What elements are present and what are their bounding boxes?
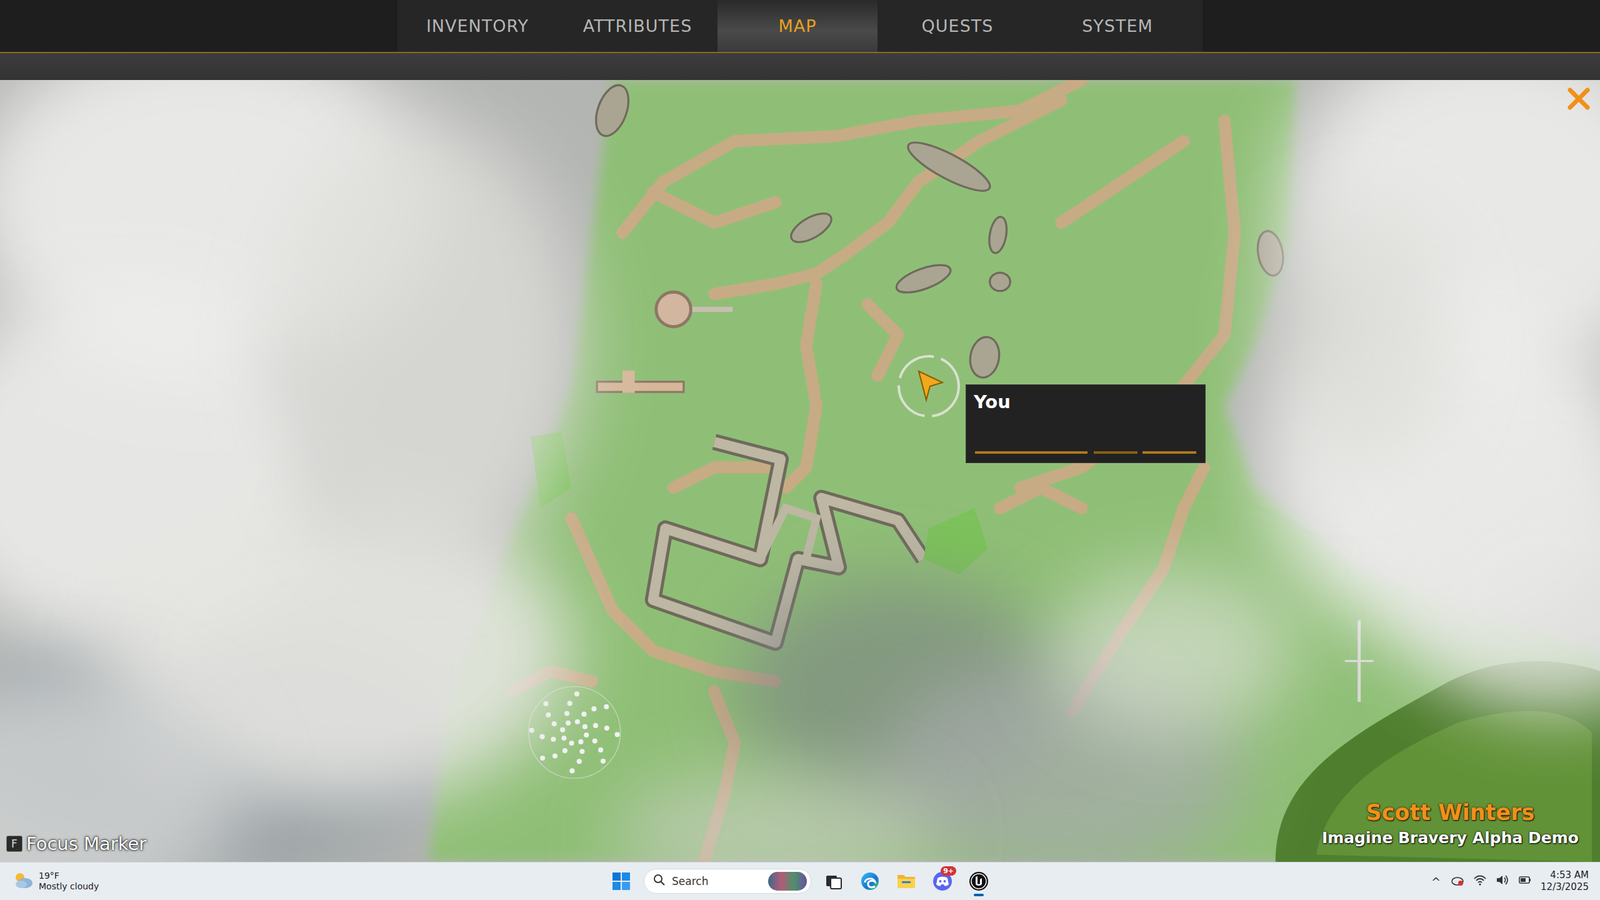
edge-icon[interactable]: [856, 865, 884, 898]
tab[interactable]: QUESTS: [877, 0, 1038, 52]
focus-marker-hint: FFocus Marker: [6, 833, 147, 855]
tooltip-divider: [975, 451, 1197, 454]
tab-label: MAP: [778, 16, 817, 36]
notification-badge: 9+: [940, 866, 957, 876]
clock-date: 12/3/2025: [1540, 881, 1589, 894]
search-box[interactable]: Search: [643, 868, 812, 894]
volume-icon[interactable]: [1495, 873, 1510, 889]
explorer-icon[interactable]: [892, 865, 920, 898]
weather-text: 19°FMostly cloudy: [38, 870, 99, 893]
tab-label: INVENTORY: [426, 16, 529, 36]
player-marker-icon: [895, 352, 963, 420]
world-map[interactable]: You FFocus Marker Scott Winters Imagine Bra…: [0, 80, 1600, 862]
battery-icon[interactable]: [1518, 873, 1532, 889]
search-icon: [653, 873, 666, 889]
build-label: Imagine Bravery Alpha Demo: [1321, 828, 1579, 847]
taskview-icon[interactable]: [820, 865, 848, 898]
top-bar: INVENTORY ATTRIBUTES MAP QUESTS SYSTEM: [0, 0, 1600, 54]
tab[interactable]: MAP: [717, 0, 878, 52]
wifi-icon[interactable]: [1473, 873, 1487, 889]
clock-time: 4:53 AM: [1550, 869, 1589, 882]
tab-label: QUESTS: [921, 16, 994, 36]
tab-label: SYSTEM: [1081, 16, 1154, 36]
weather-widget[interactable]: 19°FMostly cloudy: [0, 870, 608, 893]
system-tray: ^ 4:53 AM12/3/2025: [992, 869, 1600, 894]
onedrive-icon[interactable]: [1449, 873, 1465, 889]
clock[interactable]: 4:53 AM12/3/2025: [1540, 869, 1589, 894]
weather-desc: Mostly cloudy: [38, 881, 99, 893]
cloud-sun-icon: [12, 870, 34, 892]
temperature: 19°F: [38, 870, 99, 882]
taskbar-apps: Search 9+: [607, 865, 993, 898]
search-highlight-icon: [768, 871, 807, 891]
key-cap: F: [6, 835, 23, 852]
discord-icon[interactable]: 9+: [928, 865, 957, 898]
tray-overflow[interactable]: ^: [1431, 875, 1441, 889]
marker-tooltip: You: [965, 384, 1206, 464]
terrain: [0, 80, 1600, 862]
sub-bar: [0, 53, 1600, 80]
tab[interactable]: ATTRIBUTES: [557, 0, 718, 52]
watermark: Scott Winters Imagine Bravery Alpha Demo: [1321, 800, 1579, 847]
close-icon[interactable]: [1566, 86, 1592, 112]
tab-label: ATTRIBUTES: [583, 16, 693, 36]
author-name: Scott Winters: [1366, 800, 1535, 825]
search-label: Search: [671, 875, 762, 888]
tooltip-title: You: [973, 391, 1198, 413]
hint-label: Focus Marker: [26, 833, 147, 855]
tab[interactable]: SYSTEM: [1037, 0, 1198, 52]
tab-bar: INVENTORY ATTRIBUTES MAP QUESTS SYSTEM: [397, 0, 1203, 52]
running-indicator: [973, 893, 984, 897]
windows-start-icon[interactable]: [607, 865, 635, 898]
unreal-icon[interactable]: [965, 865, 993, 898]
tab[interactable]: INVENTORY: [397, 0, 558, 52]
taskbar: 19°FMostly cloudy Search 9+ ^ 4:53 AM12/3/20…: [0, 861, 1600, 900]
